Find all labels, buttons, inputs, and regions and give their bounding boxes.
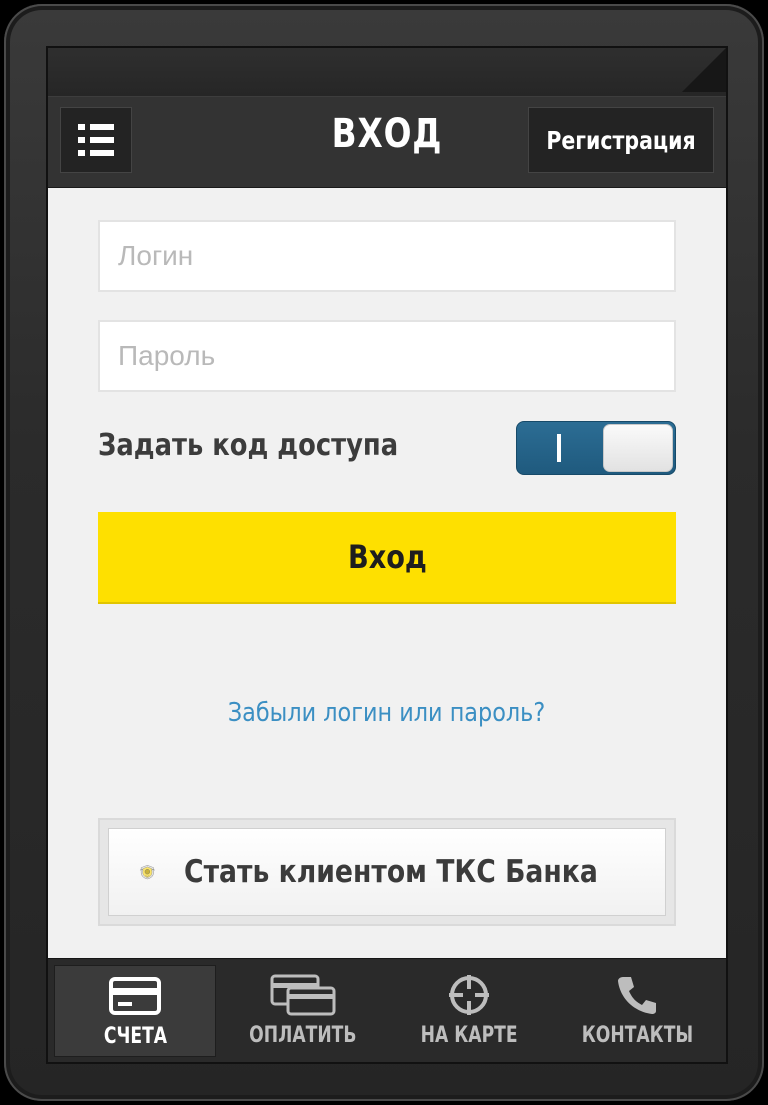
phone-icon [615, 973, 659, 1017]
become-client-button[interactable]: Стать клиентом ТКС Банка [108, 828, 666, 916]
card-icon [109, 974, 161, 1018]
toggle-on-mark [557, 434, 561, 462]
tab-label: НА КАРТЕ [420, 1023, 518, 1048]
app-screen: ВХОД Регистрация Задать код доступа Вход… [48, 48, 726, 1062]
pin-code-toggle[interactable] [516, 421, 676, 475]
crosshair-icon [447, 973, 491, 1017]
become-client-label: Стать клиентом ТКС Банка [183, 854, 598, 890]
status-bar-corner [682, 48, 726, 92]
login-button[interactable]: Вход [98, 512, 676, 604]
tab-accounts[interactable]: СЧЕТА [54, 965, 216, 1057]
tab-map[interactable]: НА КАРТЕ [388, 965, 550, 1057]
tab-contacts[interactable]: КОНТАКТЫ [556, 965, 718, 1057]
password-input[interactable] [98, 320, 676, 392]
register-button[interactable]: Регистрация [528, 107, 714, 173]
bottom-tab-bar: СЧЕТА ОПЛАТИТЬ НА КАРТЕ КОНТАКТЫ [48, 958, 726, 1062]
forgot-credentials-link[interactable]: Забыли логин или пароль? [48, 698, 726, 728]
become-client-container: Стать клиентом ТКС Банка [98, 818, 676, 926]
login-input[interactable] [98, 220, 676, 292]
payment-cards-icon [270, 973, 336, 1017]
pin-code-label: Задать код доступа [98, 428, 399, 463]
login-button-label: Вход [347, 538, 427, 576]
bank-emblem-icon [139, 864, 155, 880]
app-header: ВХОД Регистрация [48, 96, 726, 188]
toggle-knob [603, 424, 673, 472]
device-frame: ВХОД Регистрация Задать код доступа Вход… [4, 4, 764, 1101]
tab-label: КОНТАКТЫ [581, 1023, 693, 1048]
tab-label: СЧЕТА [103, 1024, 167, 1049]
status-bar [48, 48, 726, 96]
forgot-link-label: Забыли логин или пароль? [228, 698, 546, 728]
register-button-label: Регистрация [546, 125, 696, 155]
tab-label: ОПЛАТИТЬ [249, 1023, 357, 1048]
tab-pay[interactable]: ОПЛАТИТЬ [222, 965, 384, 1057]
